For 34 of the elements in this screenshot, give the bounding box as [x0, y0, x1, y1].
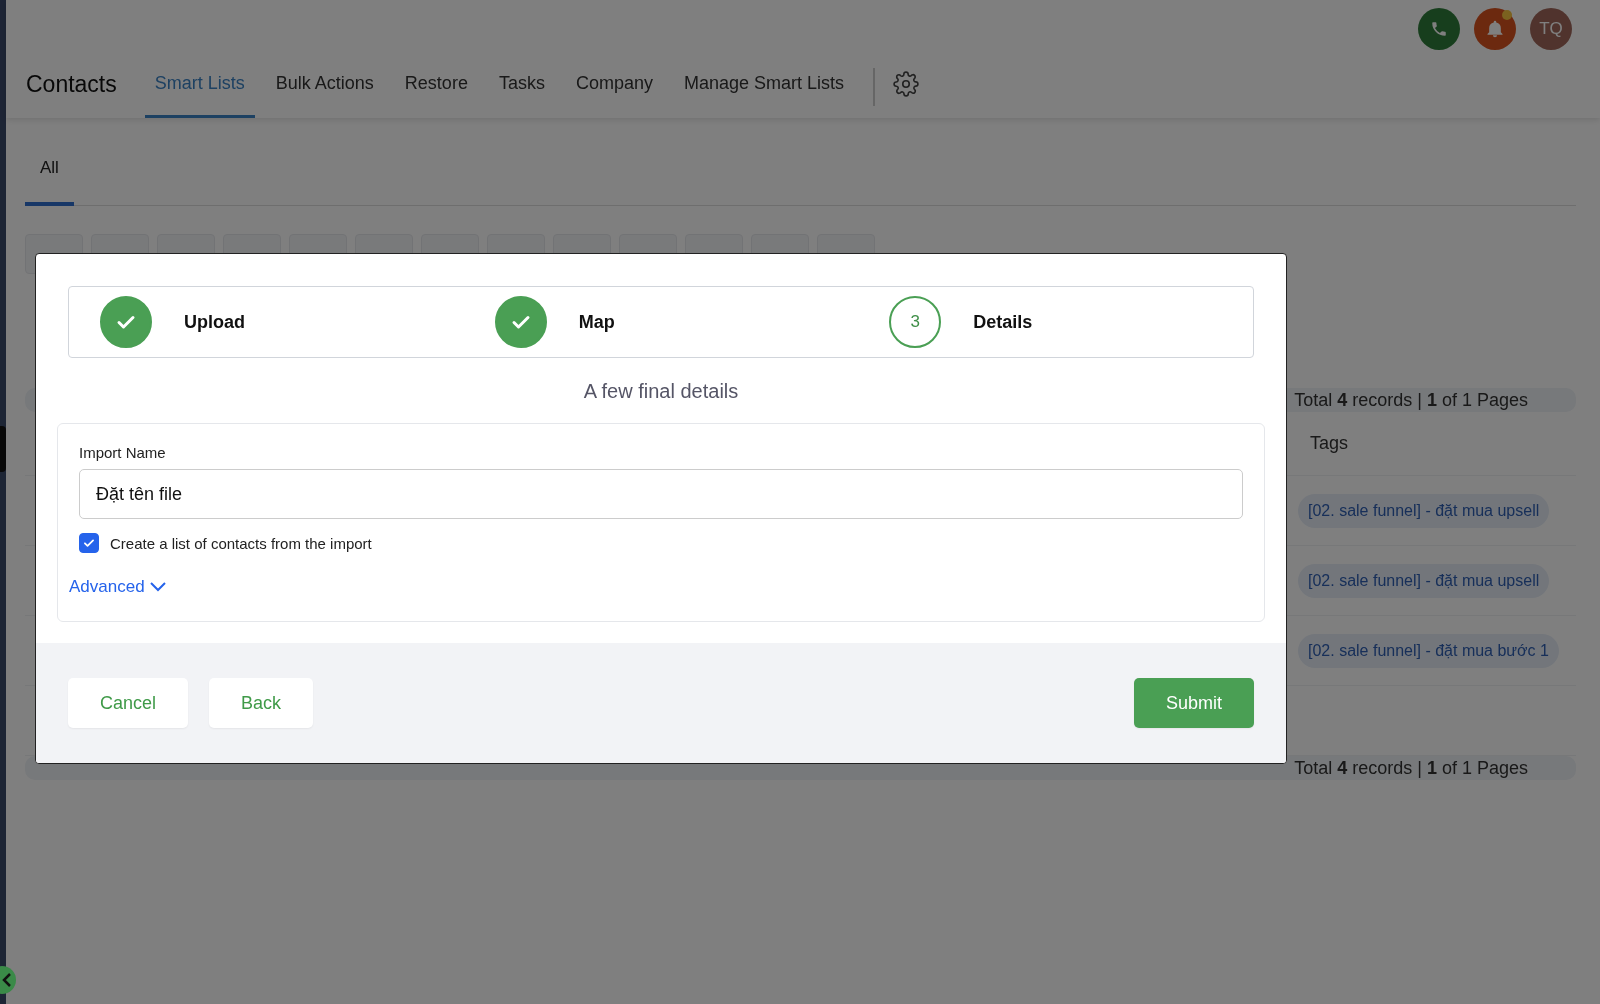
tag-chip: [02. sale funnel] - đặt mua upsell: [1298, 563, 1550, 598]
nav-tab[interactable]: Manage Smart Lists: [673, 58, 855, 118]
nav-tab[interactable]: Restore: [394, 58, 478, 118]
settings-button[interactable]: [893, 71, 920, 97]
secondary-button[interactable]: Back: [209, 678, 314, 728]
import-name-field[interactable]: Đặt tên file: [79, 469, 1243, 519]
nav-tab[interactable]: Smart Lists: [144, 58, 255, 118]
nav-tab[interactable]: Bulk Actions: [265, 58, 384, 118]
field-label: Import Name: [79, 444, 166, 461]
list-tab[interactable]: All: [25, 158, 74, 206]
advanced-toggle[interactable]: Advanced: [69, 577, 167, 597]
page-title: Contacts: [26, 69, 117, 99]
checkbox-label: Create a list of contacts from the import: [110, 534, 372, 552]
chevron-left-icon: [1, 973, 13, 987]
notifications-button[interactable]: [1474, 8, 1516, 50]
phone-button[interactable]: [1418, 8, 1460, 50]
nav-tab[interactable]: Company: [565, 58, 663, 118]
settings-icon: [893, 71, 920, 97]
nav-tab[interactable]: Tasks: [488, 58, 555, 118]
secondary-button[interactable]: Cancel: [68, 678, 189, 728]
step-label: Map: [578, 311, 615, 333]
tag-chip: [02. sale funnel] - đặt mua upsell: [1298, 493, 1550, 528]
chevron-icon: [148, 581, 167, 593]
step-number: 3: [889, 296, 942, 348]
column-header: Tags: [1309, 433, 1349, 454]
user-avatar[interactable]: TQ: [1530, 8, 1572, 50]
step-label: Upload: [184, 311, 245, 333]
phone-icon: [1430, 20, 1448, 38]
checkbox[interactable]: [79, 533, 99, 553]
submit-button[interactable]: Submit: [1133, 678, 1254, 728]
sidebar-handle[interactable]: [0, 426, 6, 472]
step-label: Details: [973, 311, 1033, 333]
bell-icon: [1485, 19, 1505, 39]
tag-chip: [02. sale funnel] - đặt mua bước 1: [1298, 633, 1559, 668]
